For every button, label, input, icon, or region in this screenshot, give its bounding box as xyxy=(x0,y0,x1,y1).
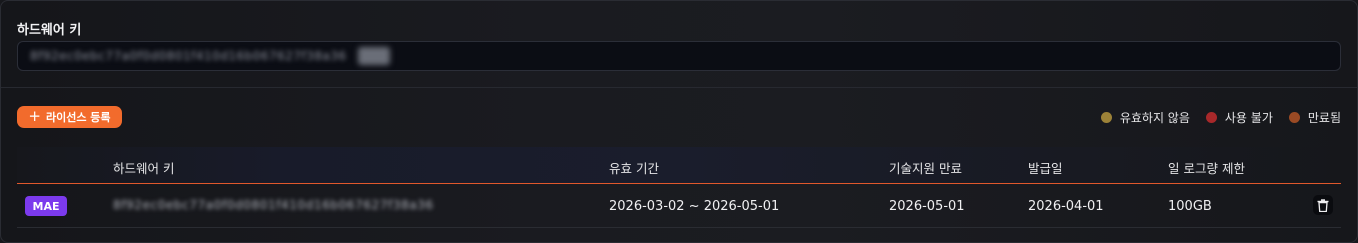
column-header-issued: 발급일 xyxy=(1028,161,1063,176)
product-badge: MAE xyxy=(25,196,67,216)
table-header: 하드웨어 키 유효 기간 기술지원 만료 발급일 일 로그량 제한 xyxy=(17,147,1341,184)
row-issued: 2026-04-01 xyxy=(1028,199,1104,214)
redaction-mask xyxy=(358,47,390,65)
section-divider xyxy=(1,87,1357,88)
add-license-label: 라이선스 등록 xyxy=(46,111,111,124)
add-license-button[interactable]: + 라이선스 등록 xyxy=(17,106,122,128)
status-legend: 유효하지 않음 사용 불가 만료됨 xyxy=(1100,109,1341,126)
trash-icon xyxy=(1317,198,1329,212)
row-log-limit: 100GB xyxy=(1168,199,1212,214)
row-validity: 2026-03-02 ~ 2026-05-01 xyxy=(609,199,780,214)
plus-icon: + xyxy=(28,107,41,125)
legend-label: 유효하지 않음 xyxy=(1119,111,1190,125)
table-row[interactable]: MAE 8f92ec0ebc77a0f0d0801f410d16b067627f… xyxy=(17,184,1341,228)
row-hardware-key: 8f92ec0ebc77a0f0d0801f410d16b067627f38a3… xyxy=(113,198,434,212)
delete-license-button[interactable] xyxy=(1313,195,1333,215)
row-support-expiry: 2026-05-01 xyxy=(889,199,965,214)
legend-item-expired: 만료됨 xyxy=(1288,109,1341,126)
hardware-key-field[interactable]: 8f92ec0ebc77a0f0d0801f410d16b067627f38a3… xyxy=(17,41,1341,71)
status-dot-icon xyxy=(1100,112,1112,123)
hardware-key-label: 하드웨어 키 xyxy=(17,23,82,38)
column-header-support-expiry: 기술지원 만료 xyxy=(889,161,962,176)
legend-item-invalid: 유효하지 않음 xyxy=(1100,109,1190,126)
status-dot-icon xyxy=(1205,112,1217,123)
status-dot-icon xyxy=(1288,112,1300,123)
column-header-validity: 유효 기간 xyxy=(609,161,659,176)
legend-label: 사용 불가 xyxy=(1224,111,1273,125)
hardware-key-value: 8f92ec0ebc77a0f0d0801f410d16b067627f38a3… xyxy=(30,49,347,63)
license-panel: 하드웨어 키 8f92ec0ebc77a0f0d0801f410d16b0676… xyxy=(0,0,1358,243)
column-header-log-limit: 일 로그량 제한 xyxy=(1168,161,1245,176)
legend-label: 만료됨 xyxy=(1307,111,1341,125)
legend-item-unavailable: 사용 불가 xyxy=(1205,109,1273,126)
column-header-hardware-key: 하드웨어 키 xyxy=(113,161,175,176)
